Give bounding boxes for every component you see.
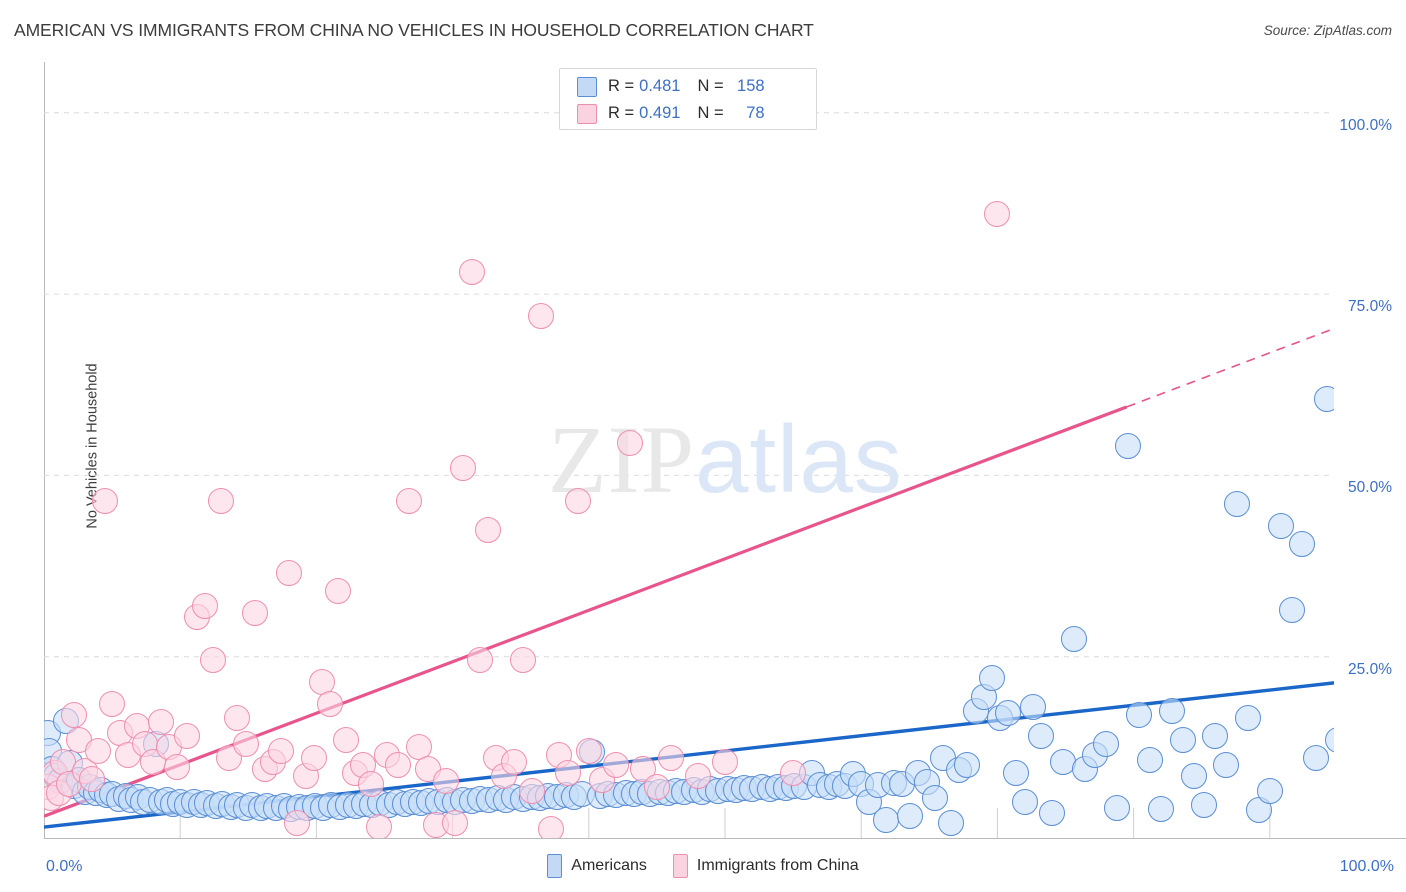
data-point-pink xyxy=(657,745,684,772)
data-point-blue xyxy=(1011,788,1038,815)
data-point-blue xyxy=(1104,794,1131,821)
data-point-pink xyxy=(458,259,485,286)
data-point-pink xyxy=(366,814,393,838)
data-point-pink xyxy=(357,770,384,797)
trend-line-china-dashed xyxy=(1126,327,1334,408)
data-point-blue xyxy=(1278,596,1305,623)
series-label-americans: Americans xyxy=(571,857,647,874)
series-legend: Americans Immigrants from China xyxy=(0,854,1406,878)
data-point-pink xyxy=(78,765,105,792)
data-point-pink xyxy=(92,487,119,514)
data-point-pink xyxy=(300,745,327,772)
data-point-blue xyxy=(1038,799,1065,826)
data-point-pink xyxy=(555,759,582,786)
series-swatch-china xyxy=(672,854,688,878)
r-value-china: 0.491 xyxy=(639,104,681,122)
n-label-china: N = xyxy=(697,104,724,122)
data-point-pink xyxy=(684,763,711,790)
data-point-pink xyxy=(191,592,218,619)
data-point-pink xyxy=(564,487,591,514)
stats-legend-row-china: R = 0.491 N = 78 xyxy=(560,100,816,127)
data-point-pink xyxy=(232,730,259,757)
data-point-blue xyxy=(1256,777,1283,804)
data-point-pink xyxy=(208,487,235,514)
stats-legend: R = 0.481 N = 158 R = 0.491 N = 78 xyxy=(559,68,817,130)
n-value-americans: 158 xyxy=(737,77,765,95)
x-axis-line xyxy=(44,838,1406,839)
n-value-china: 78 xyxy=(746,104,765,122)
data-point-blue xyxy=(1093,730,1120,757)
data-point-pink xyxy=(712,748,738,775)
r-label-china: R = xyxy=(608,104,635,122)
data-point-pink xyxy=(518,777,545,804)
data-point-blue xyxy=(1147,795,1174,822)
legend-swatch-americans xyxy=(577,76,597,97)
series-label-china: Immigrants from China xyxy=(696,857,859,874)
page-title: AMERICAN VS IMMIGRANTS FROM CHINA NO VEH… xyxy=(14,20,814,40)
data-point-pink xyxy=(616,429,643,456)
data-point-blue xyxy=(1267,513,1294,540)
chart-root: AMERICAN VS IMMIGRANTS FROM CHINA NO VEH… xyxy=(0,0,1406,892)
data-point-blue xyxy=(1003,759,1030,786)
data-point-blue xyxy=(872,806,899,833)
data-point-blue xyxy=(1060,625,1087,652)
data-point-pink xyxy=(148,708,175,735)
data-point-pink xyxy=(60,701,87,728)
data-point-pink xyxy=(466,647,493,674)
y-axis-tick-label: 25.0% xyxy=(1348,660,1392,678)
source-attribution: Source: ZipAtlas.com xyxy=(1263,23,1392,38)
data-point-blue xyxy=(921,785,948,812)
data-point-pink xyxy=(99,690,126,717)
data-point-blue xyxy=(1180,763,1207,790)
data-point-pink xyxy=(267,737,294,764)
data-point-pink xyxy=(537,816,564,838)
data-point-pink xyxy=(780,759,807,786)
data-point-pink xyxy=(199,647,226,674)
data-point-pink xyxy=(575,737,602,764)
data-point-blue xyxy=(1169,727,1196,754)
series-legend-item-americans[interactable]: Americans xyxy=(547,854,647,878)
plot-area: ZIPatlas xyxy=(44,62,1334,838)
y-axis-tick-label: 100.0% xyxy=(1339,116,1392,134)
data-point-pink xyxy=(528,302,555,329)
series-legend-item-china[interactable]: Immigrants from China xyxy=(672,854,859,878)
data-point-pink xyxy=(396,487,423,514)
data-point-blue xyxy=(1136,746,1163,773)
y-axis-tick-label: 50.0% xyxy=(1348,479,1392,497)
data-point-blue xyxy=(1158,698,1185,725)
data-point-pink xyxy=(317,690,344,717)
y-axis-tick-label: 75.0% xyxy=(1348,298,1392,316)
legend-swatch-china xyxy=(577,103,597,124)
r-label-americans: R = xyxy=(608,77,635,95)
data-point-blue xyxy=(1314,386,1334,413)
series-swatch-americans xyxy=(547,854,563,878)
plot-surface: ZIPatlas xyxy=(44,62,1334,838)
stats-legend-row-americans: R = 0.481 N = 158 xyxy=(560,73,816,100)
data-point-pink xyxy=(500,748,527,775)
data-point-pink xyxy=(475,516,501,543)
n-label-americans: N = xyxy=(697,77,724,95)
data-point-pink xyxy=(643,774,670,801)
data-point-blue xyxy=(1126,701,1153,728)
r-value-americans: 0.481 xyxy=(639,77,681,95)
